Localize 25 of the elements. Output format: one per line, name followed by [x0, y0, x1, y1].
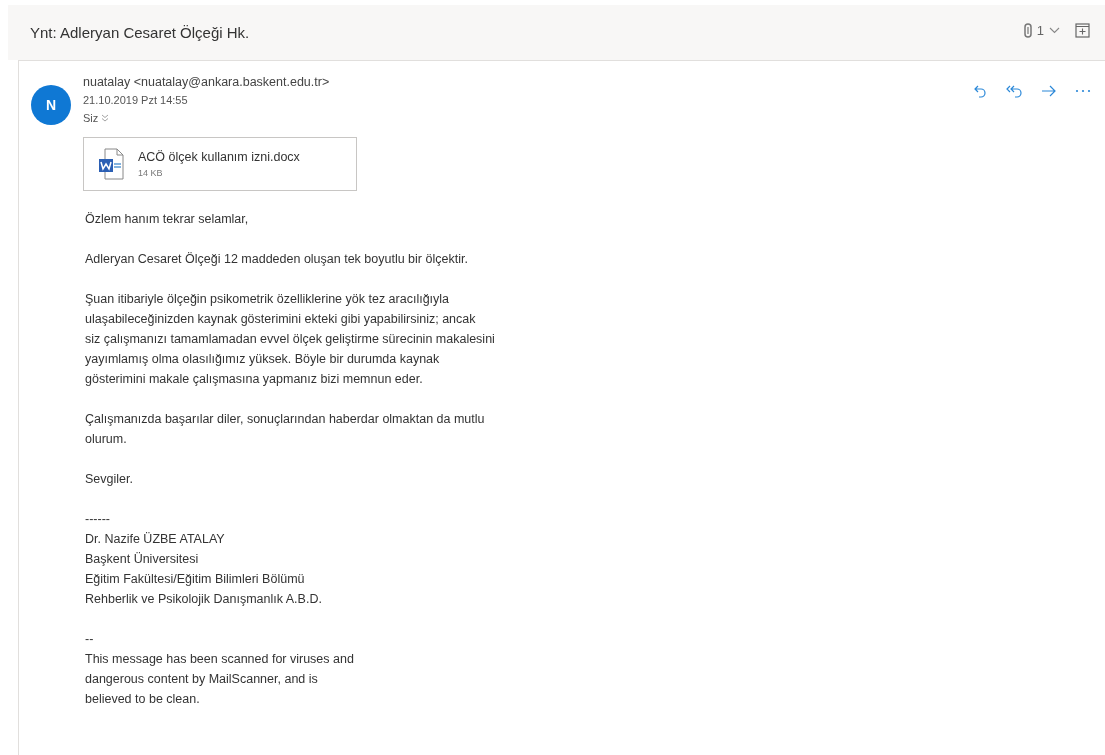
body-paragraph: Adleryan Cesaret Ölçeği 12 maddeden oluşan tek boyutlu bir ölçektir. [85, 251, 468, 268]
word-document-icon [98, 148, 124, 180]
expand-icon[interactable] [1075, 23, 1090, 38]
reply-all-icon[interactable] [1005, 84, 1023, 98]
double-chevron-icon[interactable] [101, 114, 110, 122]
body-paragraph: ------ Dr. Nazife ÜZBE ATALAY Başkent Üniversitesi Eğitim Fakültesi/Eğitim Bilimleri Bölümü Rehberlik ve Psikolojik Danışmanlık A.B.D. [85, 511, 322, 608]
date: 21.10.2019 Pzt 14:55 [83, 93, 189, 108]
body-paragraph: -- This message has been scanned for viruses and dangerous content by MailScanner, and is believed to be clean. [85, 631, 354, 708]
body-paragraph: Şuan itibariyle ölçeğin psikometrik özelliklerine yök tez aracılığıyla ulaşabileceğinizden kaynak gösterimini ekteki gibi yapabilirsiniz; ancak siz çalışmanızı tamamlamadan evvel ölçek geliştirme sürecinin makalesini yayımlamış olma olasılığımız yüksek. Böyle bir durumda kaynak gösterimini makale çalışmasına yapmanız bizi memnun eder. [85, 291, 495, 388]
body-paragraph: Sevgiler. [85, 471, 133, 488]
subject-title: Ynt: Adleryan Cesaret Ölçeği Hk. [30, 24, 250, 41]
attachment-name: ACÖ ölçek kullanım izni.docx [138, 150, 300, 164]
chevron-down-icon[interactable] [1049, 27, 1060, 34]
attachment-card[interactable]: ACÖ ölçek kullanım izni.docx 14 KB [83, 137, 357, 191]
attachment-size: 14 KB [138, 168, 164, 178]
avatar: N [31, 85, 71, 125]
more-icon[interactable] [1075, 89, 1091, 93]
body-paragraph: Çalışmanızda başarılar diler, sonuçlarından haberdar olmaktan da mutlu olurum. [85, 411, 485, 448]
reply-icon[interactable] [973, 84, 987, 98]
body-paragraph: Özlem hanım tekrar selamlar, [85, 211, 249, 228]
forward-icon[interactable] [1041, 84, 1057, 98]
sender[interactable]: nuatalay <nuatalay@ankara.baskent.edu.tr> [83, 73, 973, 91]
paperclip-icon[interactable] [1023, 23, 1032, 38]
attachment-count[interactable]: 1 [1036, 23, 1044, 38]
recipient: Siz [83, 111, 99, 126]
